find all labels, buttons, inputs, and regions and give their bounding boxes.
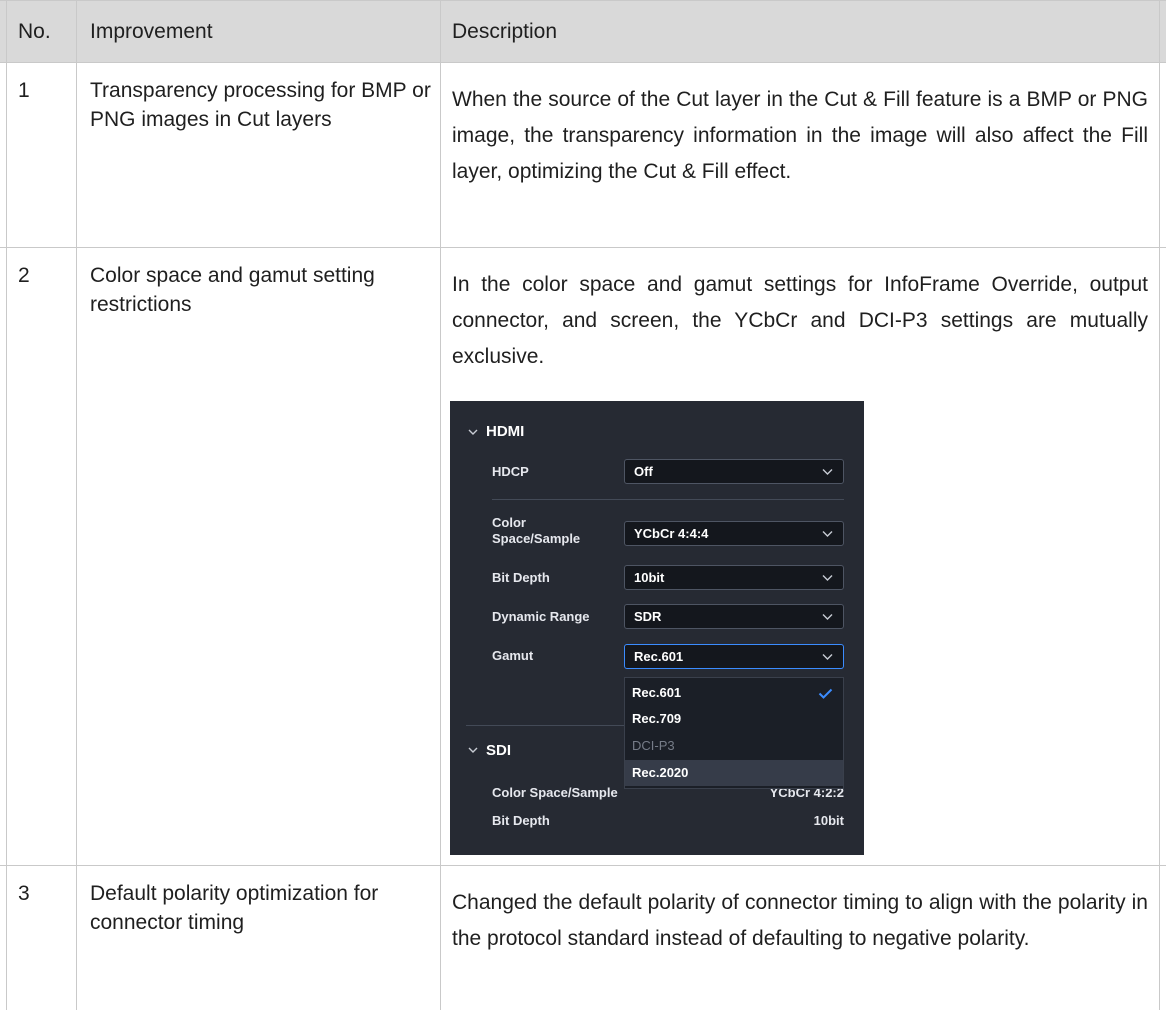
dynamic-range-label: Dynamic Range [492,609,590,624]
checkmark-icon [818,688,833,699]
option-label: Rec.2020 [632,765,689,780]
bit-depth-select[interactable]: 10bit [624,565,844,590]
chevron-down-icon [822,614,833,620]
row-1-description: When the source of the Cut layer in the … [452,88,1148,183]
header-description: Description [452,20,558,43]
sdi-bit-depth-value: 10bit [813,813,844,828]
gamut-option-rec709[interactable]: Rec.709 [625,706,843,732]
option-label: Rec.601 [632,685,682,700]
column-divider [440,0,441,1010]
row-1-number: 1 [18,79,30,102]
row-2-number: 2 [18,264,30,287]
row-2-improvement: Color space and gamut setting restrictio… [90,264,375,316]
sdi-section-title[interactable]: SDI [486,742,511,759]
dynamic-range-select[interactable]: SDR [624,604,844,629]
color-space-value: YCbCr 4:4:4 [634,526,709,541]
color-space-select[interactable]: YCbCr 4:4:4 [624,521,844,546]
sdi-bit-depth-label: Bit Depth [492,813,550,828]
chevron-down-icon [822,654,833,660]
hdmi-section-title[interactable]: HDMI [486,423,524,440]
color-space-label: Color Space/Sample [492,515,581,546]
option-label: Rec.709 [632,711,682,726]
chevron-down-icon[interactable] [467,426,479,438]
output-settings-screenshot: HDMI HDCP Off Color Space/Sample YCbCr 4… [450,401,864,855]
option-label: DCI-P3 [632,738,675,753]
hdcp-label: HDCP [492,464,529,479]
row-2-description: In the color space and gamut settings fo… [452,273,1148,368]
bit-depth-value: 10bit [634,570,665,585]
chevron-down-icon [822,469,833,475]
header-no: No. [18,20,51,43]
bit-depth-label: Bit Depth [492,570,550,585]
header-improvement: Improvement [90,20,213,43]
divider [492,499,844,500]
dynamic-range-value: SDR [634,609,662,624]
gamut-dropdown: Rec.601 Rec.709 DCI-P3 Rec.2020 [624,677,844,789]
column-divider [6,0,7,1010]
hdcp-select[interactable]: Off [624,459,844,484]
hdcp-value: Off [634,464,653,479]
row-divider [0,865,1166,866]
row-3-number: 3 [18,882,30,905]
gamut-option-dci-p3: DCI-P3 [625,733,843,759]
gamut-label: Gamut [492,648,534,663]
chevron-down-icon [822,531,833,537]
gamut-option-rec601[interactable]: Rec.601 [625,680,843,706]
row-3-improvement: Default polarity optimization for connec… [90,882,379,934]
gamut-select[interactable]: Rec.601 [624,644,844,669]
chevron-down-icon [822,575,833,581]
column-divider [1159,0,1160,1010]
section-divider [466,725,624,726]
column-divider [76,0,77,1010]
row-divider [0,62,1166,63]
table-border-top [0,0,1166,1]
gamut-value: Rec.601 [634,649,684,664]
row-3-description: Changed the default polarity of connecto… [452,891,1148,950]
row-1-improvement: Transparency processing for BMP or PNG i… [90,79,431,131]
row-divider [0,247,1166,248]
gamut-option-rec2020[interactable]: Rec.2020 [625,760,843,786]
sdi-color-space-label: Color Space/Sample [492,785,618,800]
chevron-down-icon[interactable] [467,744,479,756]
